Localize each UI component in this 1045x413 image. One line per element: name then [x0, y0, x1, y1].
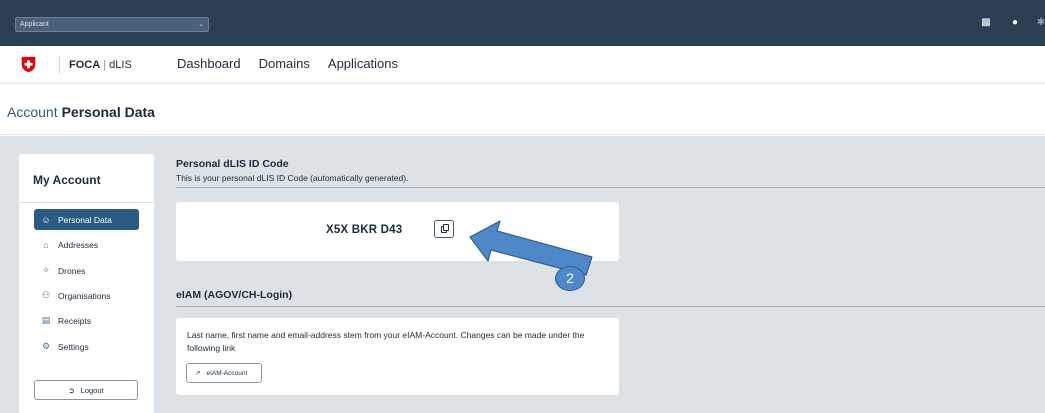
sidebar-item-addresses[interactable]: ⌂ Addresses	[34, 234, 139, 255]
sidebar-divider	[19, 202, 154, 203]
main-nav: Dashboard Domains Applications	[177, 56, 398, 71]
brand-rest: dLIS	[109, 59, 132, 71]
top-bar: Applicant ⌄ ▩ ● ✱	[0, 0, 1045, 46]
swiss-coat-of-arms-icon	[21, 56, 36, 73]
nav-applications[interactable]: Applications	[328, 56, 398, 71]
brand-name: FOCA | dLIS	[69, 59, 132, 71]
settings-icon[interactable]: ✱	[1035, 17, 1045, 29]
account-sidebar: My Account ☺ Personal Data ⌂ Addresses ✧…	[19, 154, 154, 413]
sidebar-item-organisations[interactable]: ⚇ Organisations	[34, 285, 139, 306]
role-select[interactable]: Applicant ⌄	[15, 17, 209, 32]
eiam-info-text: Last name, first name and email-address …	[187, 330, 585, 353]
logout-button[interactable]: ➲ Logout	[34, 380, 138, 400]
sidebar-item-personal-data[interactable]: ☺ Personal Data	[34, 209, 139, 230]
nav-dashboard[interactable]: Dashboard	[177, 56, 241, 71]
user-icon: ☺	[41, 214, 51, 225]
sidebar-item-settings[interactable]: ⚙ Settings	[34, 336, 139, 357]
people-icon: ⚇	[41, 290, 51, 300]
app-header: FOCA | dLIS Dashboard Domains Applicatio…	[0, 46, 1045, 84]
sidebar-item-label: Receipts	[58, 315, 92, 326]
sidebar-item-label: Drones	[58, 265, 86, 276]
gear-icon: ⚙	[41, 341, 51, 351]
sidebar-title: My Account	[33, 173, 101, 187]
copy-button[interactable]	[434, 220, 454, 238]
external-link-icon: ↗	[195, 370, 201, 377]
drone-icon: ✧	[42, 265, 50, 275]
id-section-divider	[176, 187, 1045, 188]
logo-divider	[59, 56, 60, 74]
eiam-card: Last name, first name and email-address …	[176, 318, 619, 395]
brand-bold: FOCA	[69, 59, 101, 71]
logout-icon: ➲	[68, 385, 75, 395]
eiam-section-divider	[176, 306, 1045, 307]
nav-domains[interactable]: Domains	[259, 56, 310, 71]
page-title-band: Account Personal Data	[0, 85, 1045, 135]
chevron-down-icon: ⌄	[198, 21, 204, 28]
sidebar-item-label: Addresses	[58, 239, 99, 250]
id-code-value: X5X BKR D43	[326, 224, 403, 236]
copy-icon-front	[443, 224, 449, 231]
sidebar-item-label: Personal Data	[58, 214, 112, 225]
sidebar-item-label: Organisations	[58, 290, 111, 301]
sidebar-item-label: Settings	[58, 341, 89, 352]
eiam-account-button[interactable]: ↗ eIAM-Account	[186, 363, 262, 383]
receipt-icon: ▤	[41, 315, 51, 325]
home-icon: ⌂	[43, 239, 49, 250]
page-title-text: Personal Data	[61, 104, 155, 120]
breadcrumb-account[interactable]: Account	[7, 104, 58, 120]
sidebar-item-drones[interactable]: ✧ Drones	[34, 260, 139, 281]
id-section-title: Personal dLIS ID Code	[176, 158, 289, 170]
brand-separator: |	[103, 59, 107, 71]
eiam-account-label: eIAM-Account	[206, 369, 248, 377]
annotation-badge: 2	[555, 266, 585, 291]
eiam-section-title: eIAM (AGOV/CH-Login)	[176, 289, 293, 301]
sidebar-item-receipts[interactable]: ▤ Receipts	[34, 310, 139, 331]
id-section-description: This is your personal dLIS ID Code (auto…	[176, 173, 409, 183]
role-select-value: Applicant	[20, 21, 49, 28]
logout-label: Logout	[80, 385, 104, 395]
user-icon[interactable]: ●	[1009, 17, 1021, 29]
page-title: Account Personal Data	[7, 104, 155, 120]
help-icon[interactable]: ▩	[980, 17, 992, 29]
